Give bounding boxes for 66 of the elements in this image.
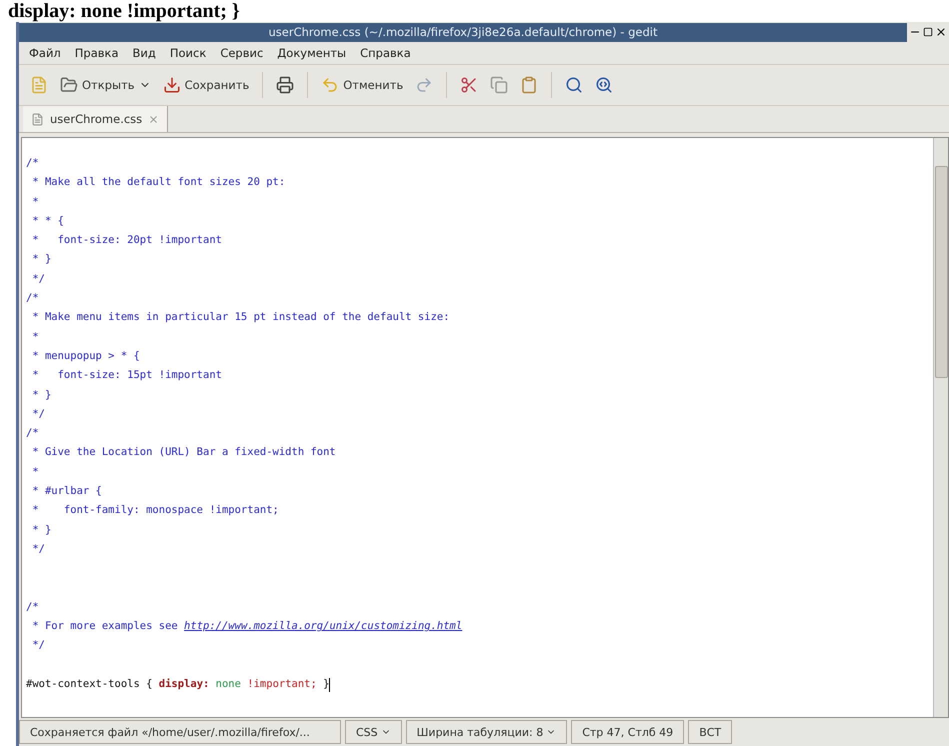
menu-item[interactable]: Документы [277, 46, 346, 60]
maximize-icon[interactable] [923, 27, 933, 37]
code-text: * * { [31, 214, 64, 229]
folder-icon [60, 76, 78, 94]
scrollbar[interactable] [933, 138, 948, 717]
menu-item[interactable]: Справка [360, 46, 411, 60]
document-icon [30, 76, 48, 94]
status-dropdown[interactable]: CSS [345, 720, 402, 744]
code-text: */ [31, 638, 45, 654]
menu-item[interactable]: Файл [29, 46, 61, 60]
scrollbar-thumb[interactable] [934, 166, 948, 378]
toolbar-button[interactable]: Сохранить [160, 74, 252, 96]
code-text: !important; [247, 677, 317, 692]
search-code-icon [595, 76, 614, 94]
tab-label: userChrome.css [50, 112, 142, 126]
background-text: display: none !important; } [7, 0, 240, 22]
undo-icon [321, 76, 340, 94]
redo-icon [415, 76, 434, 94]
search-icon [565, 76, 584, 94]
document-icon [31, 112, 44, 126]
code-text: * font-size: 15pt !important [31, 368, 222, 384]
menu-item[interactable]: Вид [132, 46, 156, 60]
code-text: /* [26, 600, 39, 615]
code-text: } [322, 677, 330, 692]
menu-item[interactable]: Сервис [220, 46, 264, 60]
toolbar-dropdown[interactable]: Открыть [57, 74, 154, 96]
code-text: /* [26, 426, 39, 442]
close-icon[interactable] [935, 26, 947, 38]
code-text: * [31, 330, 39, 345]
code-text: * Give the Location (URL) Bar a fixed-width font [31, 445, 336, 460]
code-text: display: [158, 677, 210, 692]
status-text: Стр 47, Стлб 49 [571, 720, 684, 744]
code-text: /* [26, 291, 39, 306]
copy-icon [490, 76, 508, 94]
code-text: none [214, 677, 242, 692]
clipboard-icon [520, 76, 538, 94]
code-text: #wot-context-tools { [26, 677, 154, 692]
code-text: */ [31, 272, 45, 287]
code-text: /* [26, 156, 39, 171]
window-title: userChrome.css (~/.mozilla/firefox/3ji8e26a.default/chrome) - gedit [268, 25, 658, 39]
code-text: */ [31, 542, 45, 557]
code-text: * menupopup > * { [31, 348, 140, 364]
code-text: */ [31, 406, 45, 422]
status-text: ВСТ [688, 720, 732, 744]
status-text: Сохраняется файл «/home/user/.mozilla/firefox/... [19, 720, 341, 744]
code-link[interactable]: http://www.mozilla.org/unix/customizing.html [184, 617, 462, 636]
printer-icon [276, 76, 294, 94]
code-text: * } [31, 522, 52, 538]
code-text: * [31, 464, 39, 480]
code-text: * #urlbar { [31, 484, 102, 500]
code-text: * Make menu items in particular 15 pt instead of the default size: [31, 310, 450, 326]
code-text: * Make all the default font sizes 20 pt: [31, 175, 286, 190]
toolbar-button[interactable]: Отменить [318, 74, 406, 96]
document-tab[interactable]: userChrome.css [23, 106, 168, 132]
scissors-icon [460, 76, 478, 94]
text-editor[interactable] [21, 137, 949, 718]
code-text: * [31, 194, 39, 210]
download-icon [162, 76, 181, 94]
code-text: * } [31, 388, 52, 403]
code-text: * For more examples see [31, 619, 179, 634]
code-text: * } [31, 252, 52, 268]
code-text: * font-family: monospace !important; [31, 503, 279, 518]
status-dropdown[interactable]: Ширина табуляции: 8 [406, 720, 568, 744]
menu-item[interactable]: Поиск [170, 46, 206, 60]
code-text: * font-size: 20pt !important [31, 233, 222, 248]
menu-item[interactable]: Правка [74, 46, 119, 60]
